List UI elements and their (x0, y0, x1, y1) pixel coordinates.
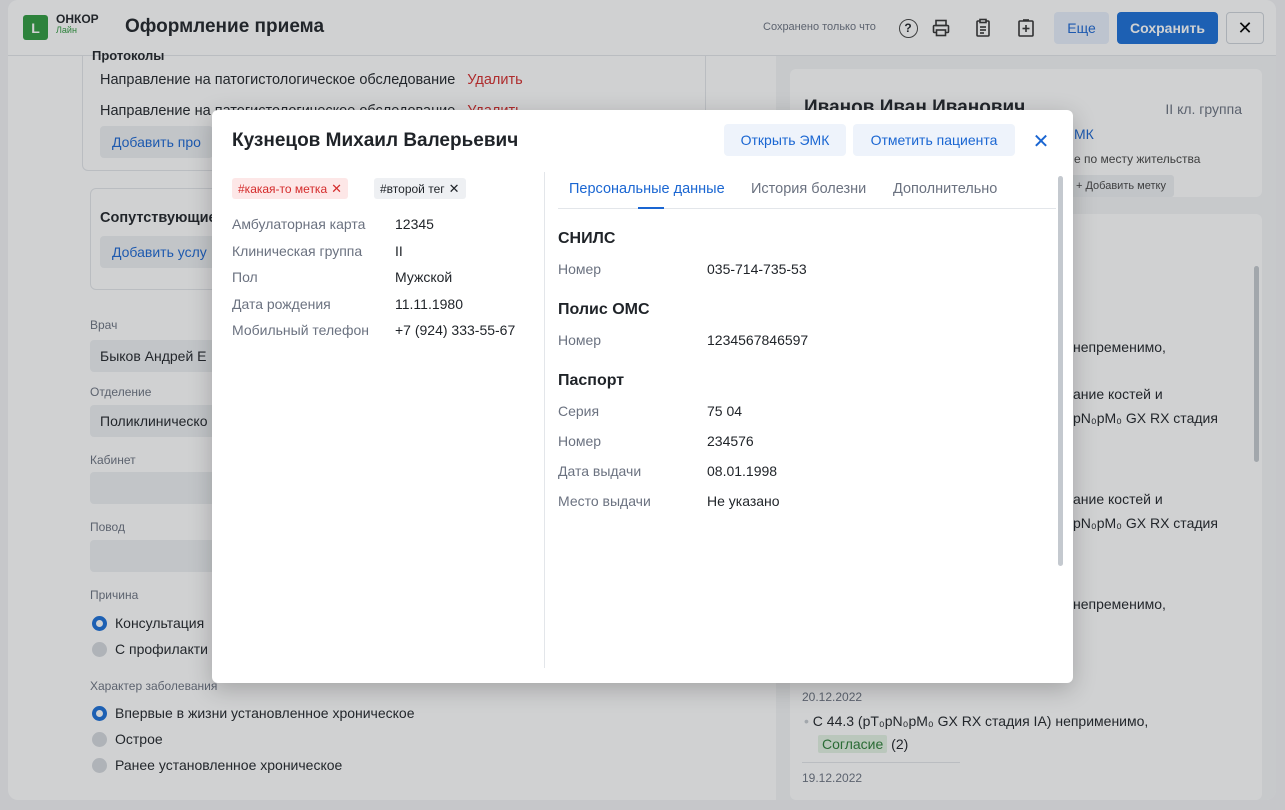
active-tab-indicator (638, 207, 664, 209)
kv-value: 1234567846597 (707, 332, 809, 348)
info-label: Клиническая группа (232, 243, 363, 259)
info-row: Мобильный телефон +7 (924) 333-55-67 (232, 322, 515, 338)
snils-title: СНИЛС (558, 230, 616, 247)
mark-patient-button[interactable]: Отметить пациента (853, 124, 1015, 156)
snils-row: Номер 035-714-735-53 (558, 261, 807, 277)
modal-tabs: Персональные данные История болезни Допо… (558, 170, 1056, 209)
tag-label: #какая-то метка (238, 181, 328, 196)
passport-row: Дата выдачи 08.01.1998 (558, 463, 777, 479)
info-value: +7 (924) 333-55-67 (395, 322, 516, 338)
tab-personal-data[interactable]: Персональные данные (569, 181, 725, 197)
kv-value: 08.01.1998 (707, 463, 778, 479)
info-row: Пол Мужской (232, 269, 452, 285)
kv-label: Номер (558, 433, 602, 449)
open-emk-button[interactable]: Открыть ЭМК (724, 124, 846, 156)
info-label: Пол (232, 269, 258, 285)
info-value: 11.11.1980 (395, 296, 463, 312)
tag-label: #второй тег (380, 181, 445, 196)
passport-row: Номер 234576 (558, 433, 754, 449)
oms-title: Полис ОМС (558, 301, 650, 318)
info-row: Клиническая группа II (232, 243, 403, 259)
close-icon[interactable]: ✕ (1030, 130, 1052, 153)
kv-label: Серия (558, 403, 600, 419)
passport-row: Серия 75 04 (558, 403, 742, 419)
info-value: II (395, 243, 403, 259)
info-label: Мобильный телефон (232, 322, 369, 338)
info-row: Дата рождения 11.11.1980 (232, 296, 463, 312)
patient-modal: Кузнецов Михаил Валерьевич Открыть ЭМК О… (212, 110, 1073, 683)
remove-tag-icon[interactable]: ✕ (331, 182, 342, 195)
modal-divider (544, 172, 545, 668)
kv-label: Место выдачи (558, 493, 651, 509)
kv-label: Дата выдачи (558, 463, 642, 479)
passport-title: Паспорт (558, 372, 625, 389)
kv-value: 75 04 (707, 403, 743, 419)
info-label: Амбулаторная карта (232, 216, 366, 232)
kv-value: 234576 (707, 433, 754, 449)
remove-tag-icon[interactable]: ✕ (449, 182, 460, 195)
oms-row: Номер 1234567846597 (558, 332, 808, 348)
passport-row: Место выдачи Не указано (558, 493, 780, 509)
info-row: Амбулаторная карта 12345 (232, 216, 434, 232)
modal-scrollbar[interactable] (1058, 176, 1063, 566)
kv-value: 035-714-735-53 (707, 261, 807, 277)
info-label: Дата рождения (232, 296, 331, 312)
tab-additional[interactable]: Дополнительно (893, 181, 997, 197)
kv-label: Номер (558, 332, 602, 348)
info-value: Мужской (395, 269, 453, 285)
kv-label: Номер (558, 261, 602, 277)
modal-title: Кузнецов Михаил Валерьевич (232, 130, 519, 151)
info-value: 12345 (395, 216, 434, 232)
patient-tag[interactable]: #второй тег ✕ (374, 178, 466, 199)
patient-tag[interactable]: #какая-то метка ✕ (232, 178, 349, 199)
tab-medical-history[interactable]: История болезни (751, 181, 866, 197)
kv-value: Не указано (707, 493, 780, 509)
